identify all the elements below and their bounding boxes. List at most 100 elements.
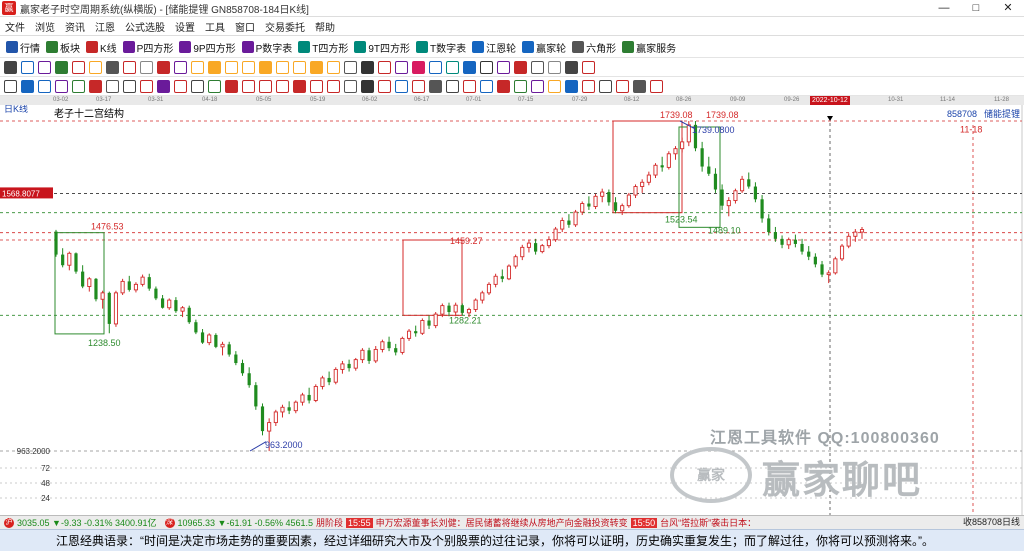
analysis-tool-icon[interactable] — [259, 79, 272, 93]
toolbar-button-1[interactable]: 板块 — [46, 40, 80, 55]
draw-tool-icon[interactable] — [38, 60, 51, 74]
draw-tool-icon[interactable] — [582, 60, 595, 74]
draw-tool-icon[interactable] — [140, 60, 153, 74]
minimize-button[interactable]: — — [928, 0, 960, 17]
analysis-tool-icon[interactable] — [531, 79, 544, 93]
analysis-tool-icon[interactable] — [463, 79, 476, 93]
menu-formula[interactable]: 公式选股 — [120, 19, 170, 34]
draw-tool-icon[interactable] — [446, 60, 459, 74]
draw-tool-icon[interactable] — [276, 60, 289, 74]
draw-tool-icon[interactable] — [497, 60, 510, 74]
toolbar-button-5[interactable]: P数字表 — [241, 40, 292, 55]
toolbar-button-8[interactable]: T数字表 — [416, 40, 466, 55]
draw-tool-icon[interactable] — [225, 60, 238, 74]
analysis-tool-icon[interactable] — [395, 79, 408, 93]
menu-help[interactable]: 帮助 — [310, 19, 340, 34]
analysis-tool-icon[interactable] — [55, 79, 68, 93]
draw-tool-icon[interactable] — [4, 60, 17, 74]
draw-tool-icon[interactable] — [548, 60, 561, 74]
draw-tool-icon[interactable] — [531, 60, 544, 74]
draw-tool-icon[interactable] — [344, 60, 357, 74]
draw-tool-icon[interactable] — [242, 60, 255, 74]
analysis-tool-icon[interactable] — [616, 79, 629, 93]
analysis-tool-icon[interactable] — [38, 79, 51, 93]
toolbar-button-6[interactable]: T四方形 — [298, 40, 348, 55]
analysis-tool-icon[interactable] — [599, 79, 612, 93]
menu-settings[interactable]: 设置 — [170, 19, 200, 34]
news-fragment[interactable]: 朋阶段 — [316, 516, 343, 529]
analysis-tool-icon[interactable] — [582, 79, 595, 93]
menu-gann[interactable]: 江恩 — [90, 19, 120, 34]
toolbar-button-2[interactable]: K线 — [86, 40, 117, 55]
index-sh[interactable]: 沪 3035.05 ▼-9.33 -0.31% 3400.91亿 — [4, 516, 157, 529]
analysis-tool-icon[interactable] — [429, 79, 442, 93]
toolbar-button-3[interactable]: P四方形 — [122, 40, 173, 55]
draw-tool-icon[interactable] — [191, 60, 204, 74]
menu-window[interactable]: 窗口 — [230, 19, 260, 34]
draw-tool-icon[interactable] — [395, 60, 408, 74]
close-button[interactable]: ✕ — [992, 0, 1024, 17]
draw-tool-icon[interactable] — [157, 60, 170, 74]
analysis-tool-icon[interactable] — [361, 79, 374, 93]
toolbar-button-7[interactable]: 9T四方形 — [354, 40, 410, 55]
menu-trade[interactable]: 交易委托 — [260, 19, 310, 34]
toolbar-button-4[interactable]: 9P四方形 — [179, 40, 236, 55]
menu-info[interactable]: 资讯 — [60, 19, 90, 34]
menu-file[interactable]: 文件 — [0, 19, 30, 34]
draw-tool-icon[interactable] — [463, 60, 476, 74]
draw-tool-icon[interactable] — [293, 60, 306, 74]
draw-tool-icon[interactable] — [327, 60, 340, 74]
toolbar-button-10[interactable]: 赢家轮 — [522, 40, 566, 55]
draw-tool-icon[interactable] — [106, 60, 119, 74]
analysis-tool-icon[interactable] — [72, 79, 85, 93]
draw-tool-icon[interactable] — [412, 60, 425, 74]
analysis-tool-icon[interactable] — [140, 79, 153, 93]
draw-tool-icon[interactable] — [259, 60, 272, 74]
analysis-tool-icon[interactable] — [446, 79, 459, 93]
menu-browse[interactable]: 浏览 — [30, 19, 60, 34]
toolbar-button-12[interactable]: 赢家服务 — [622, 40, 676, 55]
analysis-tool-icon[interactable] — [565, 79, 578, 93]
draw-tool-icon[interactable] — [310, 60, 323, 74]
analysis-tool-icon[interactable] — [123, 79, 136, 93]
draw-tool-icon[interactable] — [565, 60, 578, 74]
index-sz[interactable]: 深 10965.33 ▼-61.91 -0.56% 4561.5 — [164, 517, 313, 528]
analysis-tool-icon[interactable] — [174, 79, 187, 93]
draw-tool-icon[interactable] — [89, 60, 102, 74]
draw-tool-icon[interactable] — [480, 60, 493, 74]
analysis-tool-icon[interactable] — [89, 79, 102, 93]
draw-tool-icon[interactable] — [123, 60, 136, 74]
analysis-tool-icon[interactable] — [497, 79, 510, 93]
analysis-tool-icon[interactable] — [344, 79, 357, 93]
analysis-tool-icon[interactable] — [548, 79, 561, 93]
draw-tool-icon[interactable] — [208, 60, 221, 74]
analysis-tool-icon[interactable] — [633, 79, 646, 93]
analysis-tool-icon[interactable] — [514, 79, 527, 93]
news-headline[interactable]: 申万宏源董事长刘健：居民储蓄将继续从房地产向金融投资转变 — [376, 516, 628, 529]
toolbar-button-9[interactable]: 江恩轮 — [472, 40, 516, 55]
toolbar-button-11[interactable]: 六角形 — [572, 40, 616, 55]
analysis-tool-icon[interactable] — [480, 79, 493, 93]
draw-tool-icon[interactable] — [361, 60, 374, 74]
draw-tool-icon[interactable] — [514, 60, 527, 74]
draw-tool-icon[interactable] — [174, 60, 187, 74]
analysis-tool-icon[interactable] — [412, 79, 425, 93]
analysis-tool-icon[interactable] — [378, 79, 391, 93]
draw-tool-icon[interactable] — [55, 60, 68, 74]
period-label[interactable]: 日K线 — [4, 105, 28, 114]
analysis-tool-icon[interactable] — [225, 79, 238, 93]
analysis-tool-icon[interactable] — [310, 79, 323, 93]
analysis-tool-icon[interactable] — [21, 79, 34, 93]
draw-tool-icon[interactable] — [72, 60, 85, 74]
analysis-tool-icon[interactable] — [4, 79, 17, 93]
menu-tools[interactable]: 工具 — [200, 19, 230, 34]
analysis-tool-icon[interactable] — [293, 79, 306, 93]
analysis-tool-icon[interactable] — [191, 79, 204, 93]
analysis-tool-icon[interactable] — [242, 79, 255, 93]
maximize-button[interactable]: □ — [960, 0, 992, 17]
analysis-tool-icon[interactable] — [208, 79, 221, 93]
analysis-tool-icon[interactable] — [276, 79, 289, 93]
analysis-tool-icon[interactable] — [106, 79, 119, 93]
draw-tool-icon[interactable] — [378, 60, 391, 74]
analysis-tool-icon[interactable] — [650, 79, 663, 93]
